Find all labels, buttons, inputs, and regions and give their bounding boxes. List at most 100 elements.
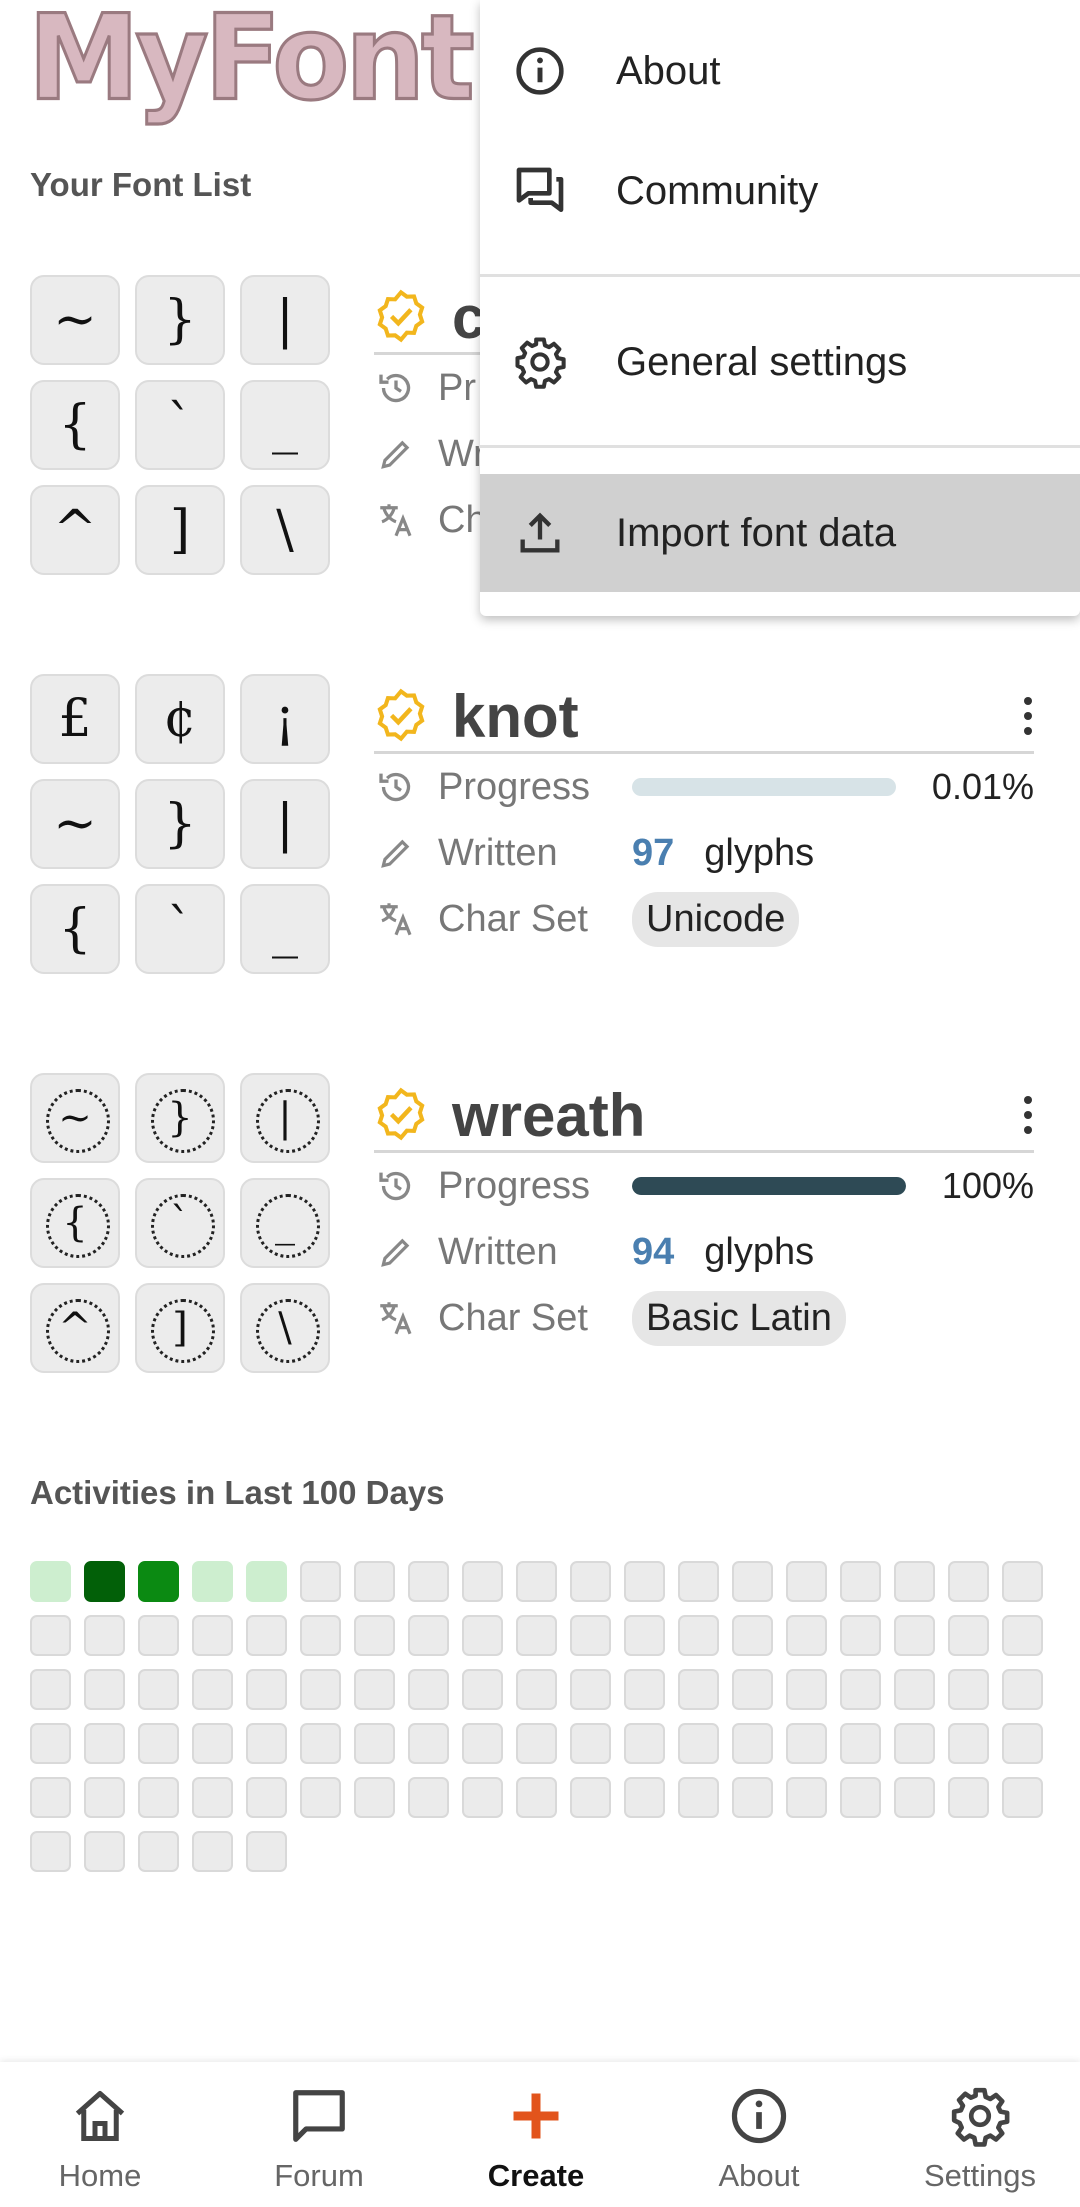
menu-item-label: Import font data <box>616 510 897 555</box>
activity-cell <box>894 1561 935 1602</box>
activity-cell <box>30 1831 71 1872</box>
activity-cell <box>948 1777 989 1818</box>
menu-item-import-font-data[interactable]: Import font data <box>480 474 1080 592</box>
activity-cell <box>1002 1615 1043 1656</box>
history-icon <box>374 1164 418 1208</box>
glyph-preview-grid: £ ¢ ¡ ~ } | { ` _ <box>30 674 332 976</box>
glyph-tile: ] <box>135 1283 225 1373</box>
glyph-tile: { <box>30 884 120 974</box>
activity-cell <box>1002 1723 1043 1764</box>
written-count: 97 <box>632 831 675 874</box>
gear-icon <box>512 334 568 390</box>
activity-cell <box>192 1615 233 1656</box>
activity-cell <box>786 1669 827 1710</box>
nav-label: Create <box>487 2158 585 2193</box>
font-card-knot[interactable]: £ ¢ ¡ ~ } | { ` _ knot Progress 0.01% Wr… <box>0 674 1080 994</box>
glyph-tile: £ <box>30 674 120 764</box>
written-label: Written <box>438 1230 558 1273</box>
activity-cell <box>516 1723 557 1764</box>
activity-heatmap <box>30 1561 1050 1872</box>
progress-percent: 100% <box>941 1165 1034 1206</box>
activity-cell <box>300 1777 341 1818</box>
nav-settings[interactable]: Settings <box>890 2084 1070 2194</box>
nav-about[interactable]: About <box>669 2084 849 2194</box>
activity-cell <box>408 1777 449 1818</box>
activity-cell <box>84 1615 125 1656</box>
activity-cell <box>894 1723 935 1764</box>
glyph-tile: } <box>135 779 225 869</box>
overflow-menu: About Community General settings Import … <box>480 0 1080 616</box>
activity-cell <box>678 1723 719 1764</box>
progress-bar <box>632 1177 906 1195</box>
font-name: knot <box>452 683 579 750</box>
glyph-tile: } <box>135 275 225 365</box>
glyph-tile: _ <box>240 380 330 470</box>
activity-cell <box>138 1777 179 1818</box>
activity-cell <box>354 1777 395 1818</box>
activity-cell <box>948 1615 989 1656</box>
activity-cell <box>354 1615 395 1656</box>
activity-cell <box>948 1561 989 1602</box>
progress-fill <box>632 1177 906 1195</box>
plus-icon <box>504 2084 568 2148</box>
activity-cell <box>30 1561 71 1602</box>
more-options-icon[interactable] <box>1008 1085 1048 1145</box>
activity-cell <box>246 1831 287 1872</box>
activity-cell <box>192 1723 233 1764</box>
glyph-tile: ¡ <box>240 674 330 764</box>
activity-cell <box>246 1669 287 1710</box>
activity-cell <box>138 1615 179 1656</box>
activity-cell <box>84 1669 125 1710</box>
nav-forum[interactable]: Forum <box>229 2084 409 2194</box>
nav-create[interactable]: Create <box>446 2084 626 2194</box>
nav-label: Settings <box>923 2158 1036 2193</box>
activity-cell <box>516 1777 557 1818</box>
menu-item-about[interactable]: About <box>480 12 1080 130</box>
written-count: 94 <box>632 1230 675 1273</box>
translate-icon <box>374 498 418 542</box>
activity-cell <box>246 1777 287 1818</box>
activity-cell <box>1002 1561 1043 1602</box>
verified-badge-icon <box>377 289 425 343</box>
charset-label: Char Set <box>438 1296 588 1339</box>
activity-cell <box>840 1561 881 1602</box>
activity-cell <box>732 1561 773 1602</box>
glyph-tile: \ <box>240 1283 330 1373</box>
font-card-wreath[interactable]: ~ } | { ` _ ^ ] \ wreath Progress 100% W… <box>0 1073 1080 1393</box>
activity-cell <box>786 1615 827 1656</box>
written-label: Written <box>438 831 558 874</box>
activity-cell <box>30 1615 71 1656</box>
font-info: wreath Progress 100% Written 94 glyphs C… <box>374 1073 1034 1351</box>
menu-item-label: About <box>616 48 721 93</box>
glyph-tile: | <box>240 1073 330 1163</box>
activity-cell <box>462 1615 503 1656</box>
activity-cell <box>246 1723 287 1764</box>
glyph-tile: | <box>240 275 330 365</box>
charset-row: Char Set Basic Latin <box>374 1285 1034 1351</box>
activity-cell <box>786 1561 827 1602</box>
charset-label: Char Set <box>438 897 588 940</box>
font-name: wreath <box>452 1082 646 1149</box>
menu-item-community[interactable]: Community <box>480 132 1080 250</box>
nav-label: Forum <box>274 2158 364 2193</box>
forum-icon <box>287 2084 351 2148</box>
activity-cell <box>192 1831 233 1872</box>
activity-cell <box>408 1615 449 1656</box>
activity-cell <box>624 1615 665 1656</box>
activity-cell <box>138 1561 179 1602</box>
written-row: Written 94 glyphs <box>374 1219 1034 1285</box>
glyph-preview-grid: ~ } | { ` _ ^ ] \ <box>30 275 332 577</box>
activity-cell <box>786 1777 827 1818</box>
activity-cell <box>732 1777 773 1818</box>
activity-cell <box>462 1561 503 1602</box>
history-icon <box>374 366 418 410</box>
menu-item-general-settings[interactable]: General settings <box>480 303 1080 421</box>
activity-cell <box>840 1615 881 1656</box>
pencil-icon <box>374 831 418 875</box>
activity-cell <box>138 1669 179 1710</box>
more-options-icon[interactable] <box>1008 686 1048 746</box>
activity-cell <box>840 1777 881 1818</box>
glyph-tile: | <box>240 779 330 869</box>
written-unit: glyphs <box>704 831 815 874</box>
nav-home[interactable]: Home <box>10 2084 190 2194</box>
